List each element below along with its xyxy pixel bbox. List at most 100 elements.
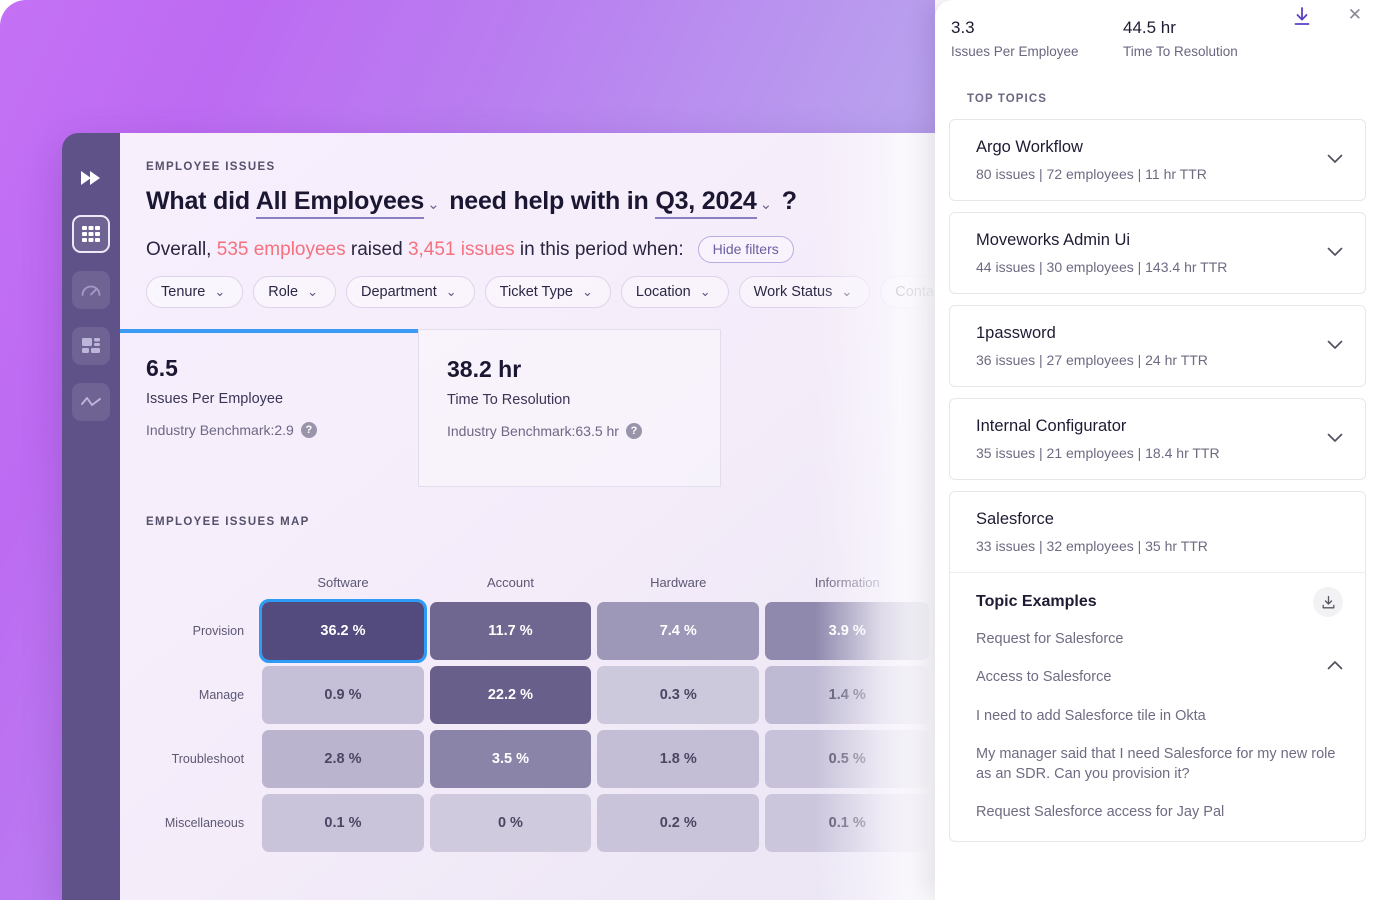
heatmap-cell[interactable]: 3.5 % <box>430 730 591 788</box>
close-icon[interactable]: ✕ <box>1348 6 1362 23</box>
topic-card-header[interactable]: Moveworks Admin Ui44 issues | 30 employe… <box>950 213 1365 293</box>
filter-chip-label: Location <box>636 284 691 300</box>
question-part-2: need help with in <box>449 187 648 215</box>
period-dropdown[interactable]: Q3, 2024 <box>655 187 756 219</box>
kpi-benchmark-text: Industry Benchmark:2.9 <box>146 422 294 438</box>
employees-dropdown[interactable]: All Employees <box>256 187 424 219</box>
topic-example: I need to add Salesforce tile in Okta <box>976 707 1339 726</box>
topics-list: Argo Workflow80 issues | 72 employees | … <box>949 119 1366 842</box>
question-part-1: What did <box>146 187 250 215</box>
chevron-down-icon: ⌄ <box>304 284 321 300</box>
topic-name: 1password <box>976 324 1321 343</box>
filter-chip-contact-type[interactable]: Contact Type ⌄ <box>880 276 935 308</box>
sidebar-item-expand[interactable] <box>72 159 110 197</box>
topic-example: Request for Salesforce <box>976 630 1339 649</box>
hide-filters-button[interactable]: Hide filters <box>698 236 794 263</box>
heatmap-cell[interactable]: 0.9 % <box>262 666 424 724</box>
topic-examples-title: Topic Examples <box>976 593 1339 611</box>
overall-summary: Overall, 535 employees raised 3,451 issu… <box>146 236 794 263</box>
grid-icon <box>81 225 101 243</box>
topic-meta: 36 issues | 27 employees | 24 hr TTR <box>976 352 1321 368</box>
topic-card: Salesforce33 issues | 32 employees | 35 … <box>949 491 1366 842</box>
filter-chip-work-status[interactable]: Work Status ⌄ <box>739 276 871 308</box>
topic-example: Request Salesforce access for Jay Pal <box>976 803 1339 822</box>
kpi-value: 38.2 hr <box>447 356 720 383</box>
heatmap-corner <box>152 575 256 596</box>
kpi-benchmark-text: Industry Benchmark:63.5 hr <box>447 423 619 439</box>
chevron-down-icon[interactable]: ⌄ <box>757 196 775 213</box>
kpi-card-time-to-resolution[interactable]: 38.2 hr Time To Resolution Industry Benc… <box>418 329 721 487</box>
kpi-row: 6.5 Issues Per Employee Industry Benchma… <box>120 329 935 489</box>
topic-card-header[interactable]: Salesforce33 issues | 32 employees | 35 … <box>950 492 1365 573</box>
chevron-down-icon[interactable] <box>1327 430 1343 448</box>
chevron-down-icon[interactable] <box>1327 244 1343 262</box>
heatmap-cell[interactable]: 0.2 % <box>597 794 759 852</box>
sidebar-item-insights[interactable] <box>72 215 110 253</box>
heatmap-cell[interactable]: 7.4 % <box>597 602 759 660</box>
dashboard-main: EMPLOYEE ISSUES What did All Employees⌄ … <box>120 133 935 900</box>
issues-count: 3,451 issues <box>408 239 515 261</box>
heatmap-cell[interactable]: 1.8 % <box>597 730 759 788</box>
topic-name: Internal Configurator <box>976 417 1321 436</box>
heatmap-cell[interactable]: 22.2 % <box>430 666 591 724</box>
heatmap-cell[interactable]: 36.2 % <box>262 602 424 660</box>
filter-chip-row: Tenure ⌄ Role ⌄ Department ⌄ Ticket Type… <box>146 276 935 308</box>
topic-name: Moveworks Admin Ui <box>976 231 1321 250</box>
activity-wave-icon <box>80 395 102 409</box>
screenshot-root: EMPLOYEE ISSUES What did All Employees⌄ … <box>0 0 1380 900</box>
kpi-label: Time To Resolution <box>447 392 720 408</box>
panel-header: 3.3 Issues Per Employee 44.5 hr Time To … <box>935 0 1380 105</box>
topic-card-header[interactable]: 1password 36 issues | 27 employees | 24 h… <box>950 306 1365 386</box>
heatmap-col-header: Hardware <box>597 575 759 596</box>
filter-chip-label: Tenure <box>161 284 205 300</box>
heatmap-cell[interactable]: 11.7 % <box>430 602 591 660</box>
heatmap-cell[interactable]: 0.3 % <box>597 666 759 724</box>
download-icon[interactable] <box>1292 6 1312 33</box>
heatmap-cell[interactable]: 0.1 % <box>262 794 424 852</box>
double-chevron-right-icon <box>80 170 102 186</box>
help-icon[interactable]: ? <box>301 422 317 438</box>
filter-chip-role[interactable]: Role ⌄ <box>253 276 336 308</box>
heatmap-cell[interactable]: 2.8 % <box>262 730 424 788</box>
heatmap-body: Provision36.2 %11.7 %7.4 %3.9 %Manage0.9… <box>152 602 929 852</box>
chevron-down-icon[interactable] <box>1327 337 1343 355</box>
kpi-benchmark: Industry Benchmark:2.9 ? <box>146 422 418 438</box>
heatmap-cell[interactable]: 0.1 % <box>765 794 929 852</box>
sidebar-item-performance[interactable] <box>72 271 110 309</box>
filter-chip-ticket-type[interactable]: Ticket Type ⌄ <box>485 276 611 308</box>
chevron-down-icon[interactable]: ⌄ <box>424 196 442 213</box>
panel-stat-value: 3.3 <box>951 18 1123 38</box>
topic-card: Argo Workflow80 issues | 72 employees | … <box>949 119 1366 201</box>
kpi-benchmark: Industry Benchmark:63.5 hr ? <box>447 423 720 439</box>
overall-prefix: Overall, <box>146 239 211 261</box>
sidebar-item-trends[interactable] <box>72 383 110 421</box>
heatmap-cell[interactable]: 1.4 % <box>765 666 929 724</box>
topic-card-header[interactable]: Internal Configurator35 issues | 21 empl… <box>950 399 1365 479</box>
chevron-down-icon: ⌄ <box>443 284 460 300</box>
heatmap-row-header: Manage <box>152 666 256 724</box>
kpi-card-issues-per-employee[interactable]: 6.5 Issues Per Employee Industry Benchma… <box>120 329 418 489</box>
filter-chip-tenure[interactable]: Tenure ⌄ <box>146 276 243 308</box>
heatmap-col-header: Information <box>765 575 929 596</box>
heatmap-row: Manage0.9 %22.2 %0.3 %1.4 % <box>152 666 929 724</box>
top-topics-panel: 3.3 Issues Per Employee 44.5 hr Time To … <box>935 0 1380 900</box>
download-box-icon[interactable] <box>1313 587 1343 617</box>
employees-count: 535 employees <box>217 239 346 261</box>
filter-chip-location[interactable]: Location ⌄ <box>621 276 729 308</box>
topic-card-header[interactable]: Argo Workflow80 issues | 72 employees | … <box>950 120 1365 200</box>
overall-suffix: in this period when: <box>520 239 684 261</box>
overall-middle: raised <box>351 239 403 261</box>
topic-meta: 33 issues | 32 employees | 35 hr TTR <box>976 538 1321 554</box>
heatmap-cell[interactable]: 0 % <box>430 794 591 852</box>
topic-example: My manager said that I need Salesforce f… <box>976 745 1339 784</box>
chevron-down-icon[interactable] <box>1327 151 1343 169</box>
filter-chip-label: Ticket Type <box>500 284 573 300</box>
panel-stat-value: 44.5 hr <box>1123 18 1238 38</box>
heatmap-cell[interactable]: 0.5 % <box>765 730 929 788</box>
sidebar-item-reports[interactable] <box>72 327 110 365</box>
filter-chip-department[interactable]: Department ⌄ <box>346 276 475 308</box>
heatmap-cell[interactable]: 3.9 % <box>765 602 929 660</box>
filter-chip-label: Role <box>268 284 298 300</box>
help-icon[interactable]: ? <box>626 423 642 439</box>
kpi-value: 6.5 <box>146 355 418 382</box>
